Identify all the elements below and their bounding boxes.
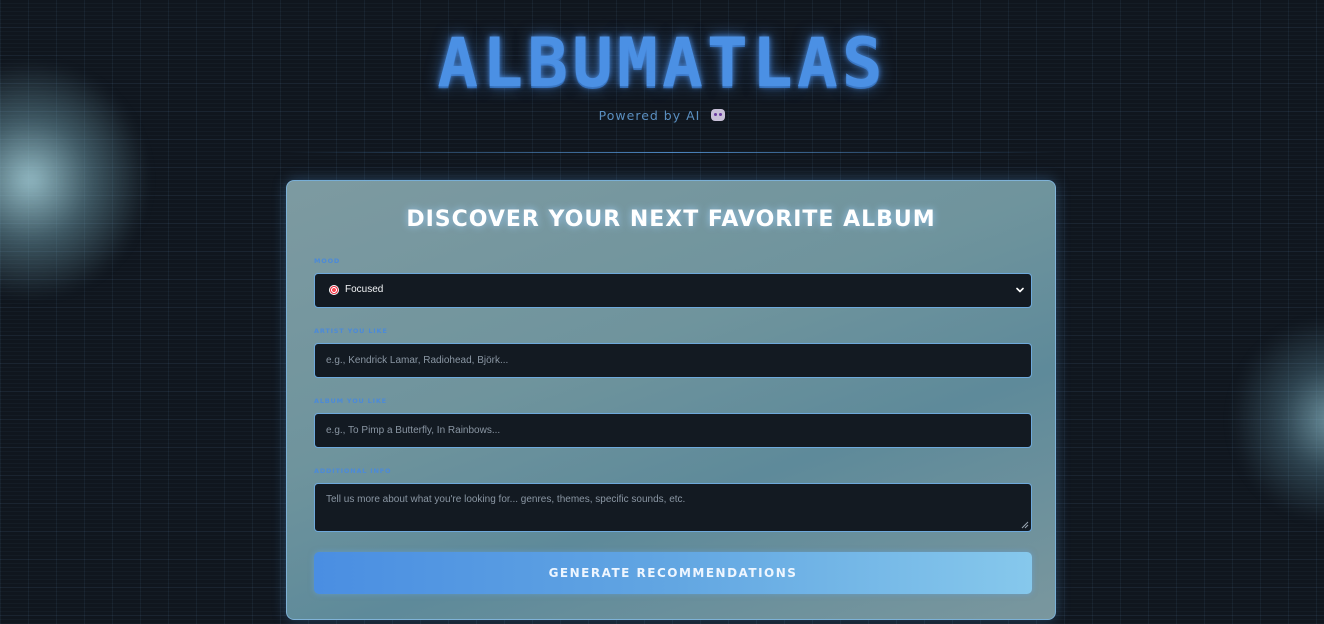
artist-input[interactable]: e.g., Kendrick Lamar, Radiohead, Björk..… [314,343,1032,378]
mood-select[interactable]: Focused [314,273,1032,308]
recommendation-form: DISCOVER YOUR NEXT FAVORITE ALBUM MOOD F… [286,180,1056,620]
mood-selected-value: Focused [345,284,384,295]
page: ALBUMATLAS Powered by AI DISCOVER YOUR N… [0,0,1324,624]
subtitle-text: Powered by AI [598,108,701,123]
header-divider [286,152,1058,153]
artist-label: ARTIST YOU LIKE [314,327,388,335]
additional-info-textarea[interactable]: Tell us more about what you're looking f… [314,483,1032,532]
artist-placeholder: e.g., Kendrick Lamar, Radiohead, Björk..… [326,355,509,366]
mood-label: MOOD [314,257,341,265]
subtitle: Powered by AI [0,108,1324,123]
robot-icon [711,109,726,121]
form-title: DISCOVER YOUR NEXT FAVORITE ALBUM [406,207,936,232]
app-logo: ALBUMATLAS [437,24,887,103]
target-icon [329,285,339,295]
album-input[interactable]: e.g., To Pimp a Butterfly, In Rainbows..… [314,413,1032,448]
generate-recommendations-button[interactable]: GENERATE RECOMMENDATIONS [314,552,1032,594]
background-glow-right [1224,320,1324,520]
additional-info-label: ADDITIONAL INFO [314,467,392,475]
resize-handle-icon[interactable] [1021,521,1029,529]
album-label: ALBUM YOU LIKE [314,397,387,405]
album-placeholder: e.g., To Pimp a Butterfly, In Rainbows..… [326,425,501,436]
chevron-down-icon [1016,287,1024,293]
additional-info-placeholder: Tell us more about what you're looking f… [326,494,686,505]
